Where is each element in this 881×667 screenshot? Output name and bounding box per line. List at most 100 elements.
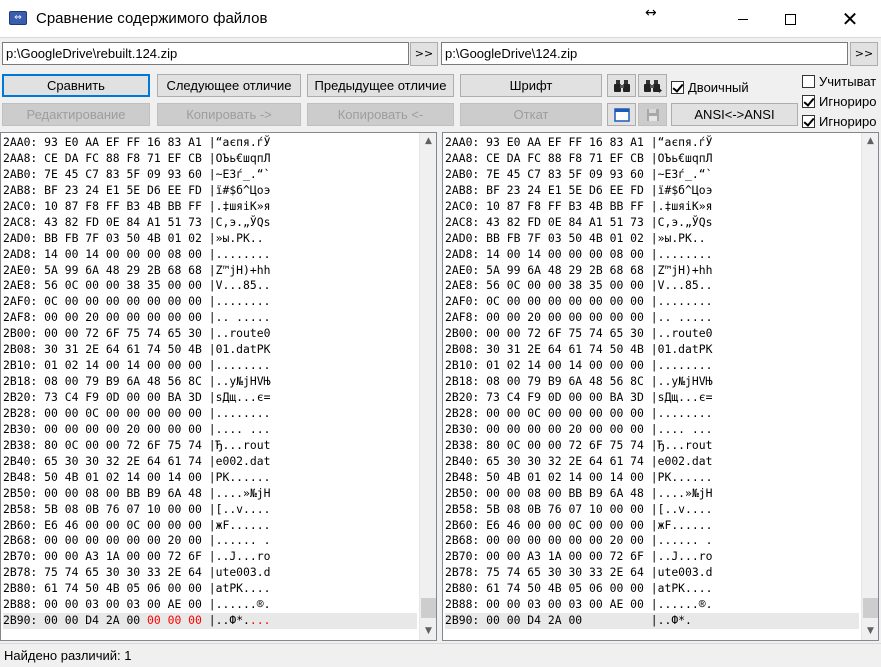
binary-checkbox[interactable]: Двоичный [671,80,749,95]
copy-right-button[interactable]: Копировать -> [157,103,301,126]
option-case-checkbox-box[interactable] [802,75,815,88]
hex-bytes: 61 74 50 4B 05 06 00 00 [486,581,644,596]
hex-ascii: ..Ј...ro [657,549,713,564]
hex-line: 2B28: 00 00 0C 00 00 00 00 00 |........ [445,405,713,420]
hex-line: 2AF8: 00 00 20 00 00 00 00 00 |.. ..... [445,310,713,325]
hex-address: 2B58: [445,501,480,516]
save-button[interactable] [638,103,667,126]
hex-ascii: e002.dat [657,453,713,468]
hex-bytes: 00 00 A3 1A 00 00 72 6F [486,549,644,564]
hex-ascii: Z™jH)+hh [657,262,713,277]
option-ignore1-checkbox[interactable]: Игнориро [802,94,876,109]
option-ignore1-checkbox-box[interactable] [802,95,815,108]
font-button[interactable]: Шрифт [460,74,602,97]
scroll-down-arrow-icon[interactable]: ▼ [862,623,878,640]
copy-left-button[interactable]: Копировать <- [307,103,454,126]
hex-line: 2B30: 00 00 00 00 20 00 00 00 |.... ... [445,421,713,436]
hex-address: 2B78: [3,565,38,580]
binary-checkbox-box[interactable] [671,81,684,94]
status-bar: Найдено различий: 1 [0,643,881,667]
hex-address: 2B28: [3,405,38,420]
hex-address: 2B58: [3,501,38,516]
edit-button[interactable]: Редактирование [2,103,150,126]
scroll-thumb[interactable] [863,598,878,618]
find-next-button[interactable] [638,74,667,97]
hex-bytes: 43 82 FD 0E 84 A1 51 73 [486,214,644,229]
hex-bytes: 00 00 00 00 00 00 20 00 [44,533,202,548]
hex-ascii: ..Ф*. [657,613,692,628]
hex-bytes: 00 00 20 00 00 00 00 00 [44,310,202,325]
hex-line: 2B80: 61 74 50 4B 05 06 00 00 | atPK.... [3,581,271,596]
right-browse-button[interactable]: >> [850,42,878,66]
hex-address: 2AE8: [3,278,38,293]
ansi-conversion-button[interactable]: ANSI<->ANSI [671,103,798,126]
maximize-button[interactable] [767,0,813,38]
hex-address: 2B30: [3,421,38,436]
hex-bytes: 00 00 72 6F 75 74 65 30 [44,326,202,341]
hex-bytes: 14 00 14 00 00 00 08 00 [44,246,202,261]
hex-line: 2B40: 65 30 30 32 2E 64 61 74 | e002.dat [3,453,271,468]
hex-bytes: BF 23 24 E1 5E D6 EE FD [44,182,202,197]
hex-ascii: e002.dat [215,453,271,468]
hex-line: 2B58: 5B 08 0B 76 07 10 00 00 | [..v.... [445,501,713,516]
hex-ascii: atPK.... [657,581,713,596]
hex-ascii: жF...... [215,517,271,532]
hex-bytes-diff: 00 00 00 [147,613,202,628]
hex-ascii: [..v.... [215,501,271,516]
hex-line: 2AE0: 5A 99 6A 48 29 2B 68 68 | Z™jH)+hh [445,262,713,277]
left-file-path-input[interactable]: p:\GoogleDrive\rebuilt.124.zip [2,42,409,65]
left-vertical-scrollbar[interactable]: ▲ ▼ [419,133,436,640]
right-hex-pane[interactable]: 2AA0: 93 E0 AA EF FF 16 83 A1 | “аєпя.ѓЎ 2… [442,132,879,641]
hex-line: 2B30: 00 00 00 00 20 00 00 00 |.... ... [3,421,271,436]
scroll-up-arrow-icon[interactable]: ▲ [420,133,436,150]
option-ignore2-checkbox-box[interactable] [802,115,815,128]
option-case-label: Учитыват [819,74,877,89]
option-case-checkbox[interactable]: Учитыват [802,74,876,89]
hex-bytes: 08 00 79 B9 6A 48 56 8C [44,374,202,389]
hex-line-current: 2B90: 00 00 D4 2A 00 00 00 00 | ..Ф*.... [3,613,417,630]
hex-ascii: Ђ...rout [657,437,713,452]
left-browse-button[interactable]: >> [410,42,438,66]
compare-button[interactable]: Сравнить [2,74,150,97]
hex-line: 2B60: E6 46 00 00 0C 00 00 00 | жF...... [445,517,713,532]
hex-bytes: 08 00 79 B9 6A 48 56 8C [486,374,644,389]
find-button[interactable] [607,74,636,97]
hex-bytes: 00 00 D4 2A 00 [44,613,141,628]
hex-address: 2AD0: [445,230,480,245]
hex-address: 2B68: [3,533,38,548]
hex-bytes: 10 87 F8 FF B3 4B BB FF [44,198,202,213]
hex-ascii: C‚э.„ЎQs [657,214,713,229]
minimize-button[interactable] [720,0,766,38]
hex-line: 2AA0: 93 E0 AA EF FF 16 83 A1 | “аєпя.ѓЎ [3,135,271,149]
maximize-icon [784,13,796,25]
right-vertical-scrollbar[interactable]: ▲ ▼ [861,133,878,640]
scroll-thumb[interactable] [421,598,436,618]
hex-address: 2B70: [445,549,480,564]
hex-bytes: 00 00 00 00 20 00 00 00 [44,421,202,436]
left-hex-lines: 2AA0: 93 E0 AA EF FF 16 83 A1 | “аєпя.ѓЎ 2… [3,135,417,630]
hex-ascii: ..y№jHVЊ [215,374,271,389]
hex-ascii: ..Ф*. [215,613,250,628]
scroll-up-arrow-icon[interactable]: ▲ [862,133,878,150]
option-ignore2-checkbox[interactable]: Игнориро [802,114,876,129]
hex-address: 2B00: [445,326,480,341]
hex-ascii: ..y№jHVЊ [657,374,713,389]
hex-ascii: ОЪь€шqпЛ [215,150,271,165]
hex-ascii: .‡шяіK»я [657,198,713,213]
hex-line: 2B18: 08 00 79 B9 6A 48 56 8C | ..y№jHVЊ [445,374,713,389]
left-hex-pane[interactable]: 2AA0: 93 E0 AA EF FF 16 83 A1 | “аєпя.ѓЎ 2… [0,132,437,641]
hex-address: 2B90: [3,613,38,628]
next-difference-button[interactable]: Следующее отличие [157,74,301,97]
right-file-path-input[interactable]: p:\GoogleDrive\124.zip [441,42,848,65]
hex-address: 2AD0: [3,230,38,245]
scroll-down-arrow-icon[interactable]: ▼ [420,623,436,640]
hex-bytes: E6 46 00 00 0C 00 00 00 [44,517,202,532]
close-button[interactable]: ✕ [827,0,873,38]
hex-bytes: 5B 08 0B 76 07 10 00 00 [486,501,644,516]
previous-difference-button[interactable]: Предыдущее отличие [307,74,454,97]
undo-button[interactable]: Откат [460,103,602,126]
window-view-button[interactable] [607,103,636,126]
hex-ascii: .. ..... [657,310,713,325]
hex-line: 2AD8: 14 00 14 00 00 00 08 00 |........ [445,246,713,261]
hex-address: 2B88: [3,597,38,612]
